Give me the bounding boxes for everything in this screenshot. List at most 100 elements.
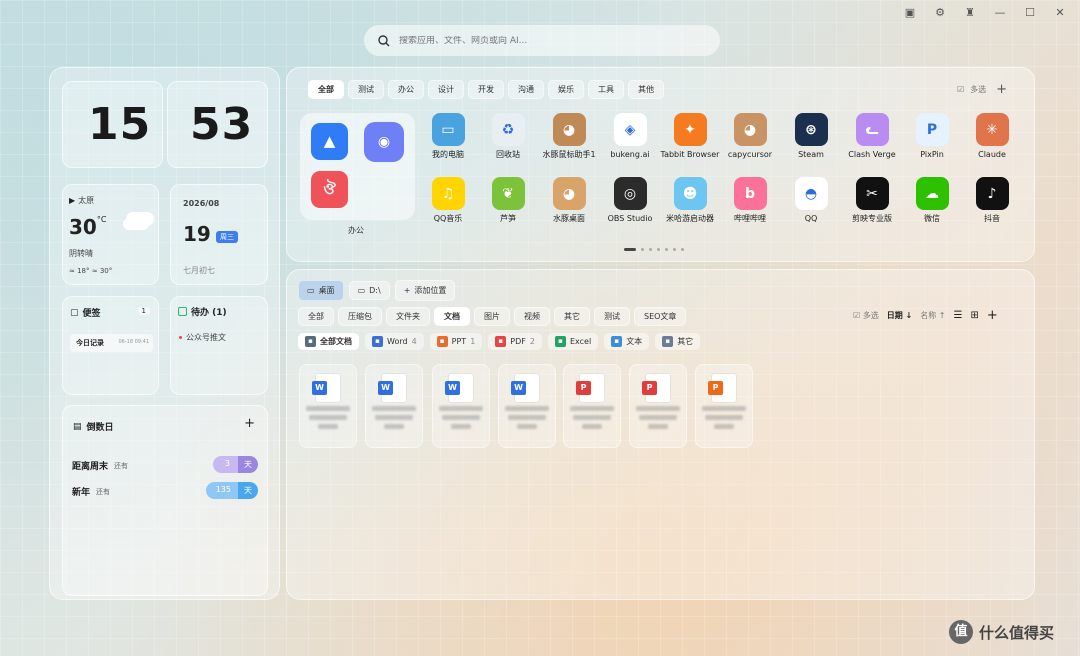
blurred-filename <box>517 424 537 429</box>
app-tile[interactable]: ◎ OBS Studio <box>600 177 660 224</box>
apps-add-button[interactable]: + <box>996 82 1007 97</box>
file-type-tab[interactable]: 压缩包 <box>338 307 382 326</box>
search-bar[interactable] <box>364 25 720 56</box>
file-type-tab[interactable]: 测试 <box>594 307 630 326</box>
file-type-tab[interactable]: 文档 <box>434 307 470 326</box>
app-tile[interactable]: ♪ 抖音 <box>962 177 1022 224</box>
app-tab[interactable]: 测试 <box>348 80 384 99</box>
file-type-tab[interactable]: 视频 <box>514 307 550 326</box>
app-tile[interactable]: ◕ capycursor <box>720 113 780 160</box>
weather-card[interactable]: ▶ 太原 30°C 阴转晴 ≈ 18° ≈ 30° <box>62 184 159 285</box>
blurred-filename <box>442 415 480 420</box>
filter-chip[interactable]: ▪ 全部文档 <box>298 333 359 350</box>
file-type-tab[interactable]: 全部 <box>298 307 334 326</box>
app-tile[interactable]: ✦ Tabbit Browser <box>660 113 720 160</box>
app-tile[interactable]: ☁ 微信 <box>902 177 962 224</box>
page-dot[interactable] <box>641 248 644 251</box>
skin-icon[interactable]: ▣ <box>902 4 918 20</box>
file-item[interactable]: P <box>563 364 621 448</box>
filter-chip-count: 2 <box>529 337 535 346</box>
app-folder[interactable]: ▲ ◉ ঔ <box>300 113 415 220</box>
settings-icon[interactable]: ⚙ <box>932 4 948 20</box>
countdown-item[interactable]: 新年 还有 135 天 <box>72 482 258 500</box>
page-dot[interactable] <box>624 248 636 251</box>
filter-chip[interactable]: ▪ Word 4 <box>365 333 424 350</box>
multi-select-icon: ☑ <box>853 311 863 320</box>
todo-item[interactable]: 公众号推文 <box>179 332 226 343</box>
app-tab[interactable]: 设计 <box>428 80 464 99</box>
list-view-icon[interactable]: ☰ <box>953 310 962 321</box>
files-add-button[interactable]: + <box>987 309 998 322</box>
note-item[interactable]: 今日记录 06-18 09:41 <box>70 334 153 352</box>
app-tile[interactable]: ♻ 回收站 <box>478 113 538 160</box>
location-d-drive[interactable]: ▭ D:\ <box>348 281 390 300</box>
file-item[interactable]: W <box>299 364 357 448</box>
file-type-tab[interactable]: SEO文章 <box>634 307 687 326</box>
sort-name-button[interactable]: 名称 ↑ <box>920 310 945 321</box>
file-item[interactable]: P <box>629 364 687 448</box>
location-desktop[interactable]: ▭ 桌面 <box>298 280 344 301</box>
app-tile[interactable]: ⊛ Steam <box>781 113 841 160</box>
app-tile[interactable]: ◓ QQ <box>781 177 841 224</box>
apps-multi-select-button[interactable]: 多选 <box>970 84 986 95</box>
app-tab[interactable]: 开发 <box>468 80 504 99</box>
filter-chip[interactable]: ▪ 文本 <box>604 333 650 350</box>
todo-card[interactable]: 待办 (1) 公众号推文 <box>170 296 268 395</box>
page-dot[interactable] <box>681 248 684 251</box>
page-dot[interactable] <box>665 248 668 251</box>
filter-chip[interactable]: ▪ PPT 1 <box>429 333 483 350</box>
file-type-tab[interactable]: 文件夹 <box>386 307 430 326</box>
app-tile[interactable]: ◕ 水豚鼠标助手1 <box>539 113 599 160</box>
app-tab[interactable]: 工具 <box>588 80 624 99</box>
file-type-tab[interactable]: 其它 <box>554 307 590 326</box>
app-tile[interactable]: ᓚ Clash Verge <box>842 113 902 160</box>
file-item[interactable]: W <box>365 364 423 448</box>
calendar-card[interactable]: 2026/08 19 周三 七月初七 <box>170 184 268 285</box>
app-tile[interactable]: ❦ 芦笋 <box>478 177 538 224</box>
add-location-button[interactable]: + 添加位置 <box>394 280 456 301</box>
countdown-unit: 天 <box>238 456 258 473</box>
app-tile[interactable]: ✂ 剪映专业版 <box>842 177 902 224</box>
blurred-filename <box>639 415 677 420</box>
maximize-icon[interactable]: ☐ <box>1022 4 1038 20</box>
page-dot[interactable] <box>649 248 652 251</box>
files-multi-select-button[interactable]: ☑ 多选 <box>853 310 879 321</box>
app-tile[interactable]: ✳ Claude <box>962 113 1022 160</box>
app-tile[interactable]: P PixPin <box>902 113 962 160</box>
app-tile[interactable]: b 哔哩哔哩 <box>720 177 780 224</box>
close-icon[interactable]: ✕ <box>1052 4 1068 20</box>
app-tab[interactable]: 全部 <box>308 80 344 99</box>
page-dot[interactable] <box>657 248 660 251</box>
app-tile[interactable]: ◈ bukeng.ai <box>600 113 660 160</box>
filter-chip[interactable]: ▪ 其它 <box>655 333 701 350</box>
blurred-filename <box>705 415 743 420</box>
app-tab[interactable]: 办公 <box>388 80 424 99</box>
countdown-item[interactable]: 距离周末 还有 3 天 <box>72 456 258 474</box>
notes-card[interactable]: ▢ 便签 1 今日记录 06-18 09:41 <box>62 296 159 395</box>
pdf-file-icon: P <box>708 374 736 402</box>
filter-chip[interactable]: ▪ Excel <box>547 333 599 350</box>
countdown-card[interactable]: ▤ 倒数日 + 距离周末 还有 3 天 新年 还有 135 天 <box>62 405 268 596</box>
app-tile[interactable]: ▭ 我的电脑 <box>418 113 478 160</box>
file-item[interactable]: P <box>695 364 753 448</box>
sort-date-button[interactable]: 日期 ↓ <box>887 310 913 321</box>
file-item[interactable]: W <box>498 364 556 448</box>
file-type-tab[interactable]: 图片 <box>474 307 510 326</box>
app-tab[interactable]: 沟通 <box>508 80 544 99</box>
app-label: 我的电脑 <box>432 150 464 159</box>
app-tile[interactable]: ◕ 水豚桌面 <box>539 177 599 224</box>
shirt-icon[interactable]: ♜ <box>962 4 978 20</box>
app-tab[interactable]: 娱乐 <box>548 80 584 99</box>
search-input[interactable] <box>399 35 699 46</box>
app-label: 水豚鼠标助手1 <box>542 150 596 159</box>
app-tab[interactable]: 其他 <box>628 80 664 99</box>
grid-view-icon[interactable]: ⊞ <box>970 310 978 321</box>
filter-chip[interactable]: ▪ PDF 2 <box>488 333 542 350</box>
app-tile[interactable]: ☻ 米哈游启动器 <box>660 177 720 224</box>
file-item[interactable]: W <box>432 364 490 448</box>
app-tile[interactable]: ♫ QQ音乐 <box>418 177 478 224</box>
weather-desc: 阴转晴 <box>69 249 93 258</box>
page-dot[interactable] <box>673 248 676 251</box>
minimize-icon[interactable]: — <box>992 4 1008 20</box>
countdown-add-button[interactable]: + <box>244 416 255 431</box>
